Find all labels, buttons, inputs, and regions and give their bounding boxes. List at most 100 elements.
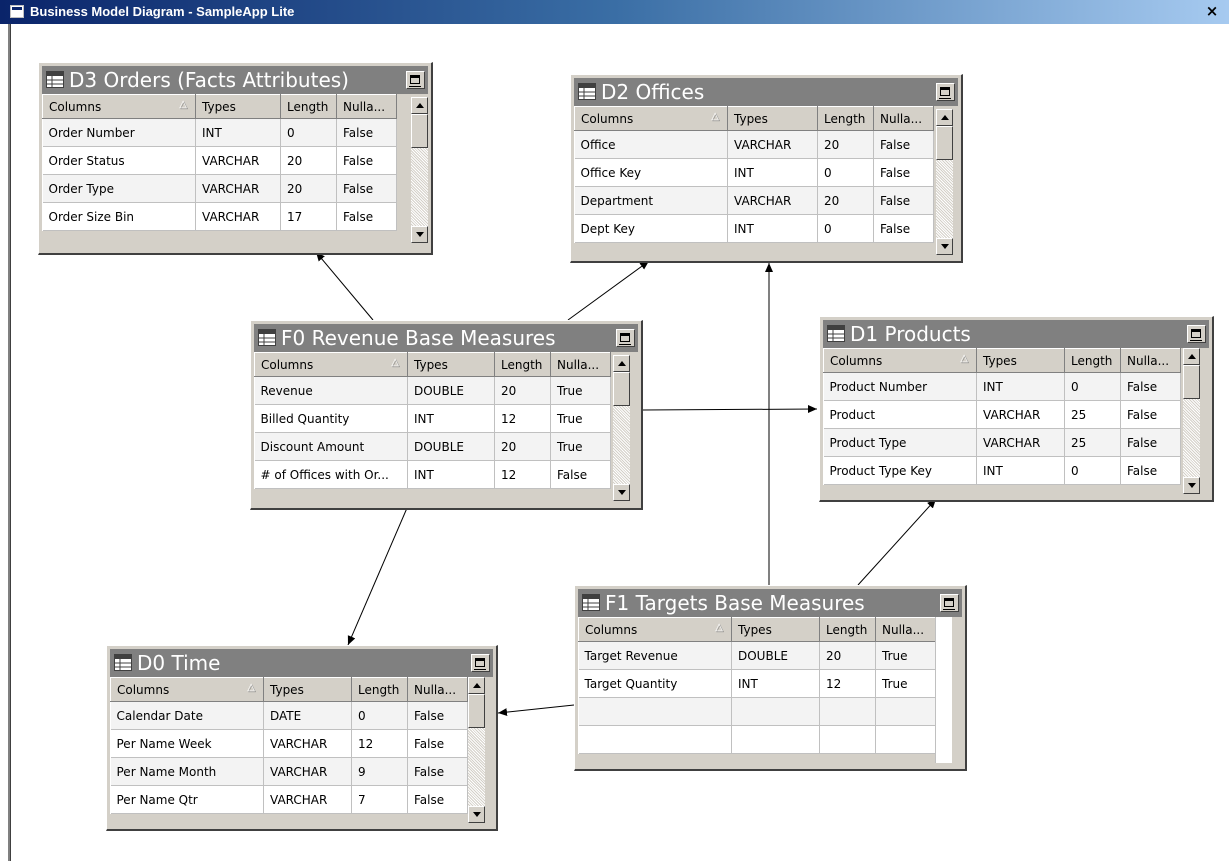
column-header-nullable[interactable]: Nulla... [1120,348,1181,373]
column-header-columns[interactable]: Columns △ [578,617,732,642]
column-header-nullable[interactable]: Nulla... [873,106,934,131]
scroll-thumb[interactable] [1183,365,1200,399]
vertical-scrollbar[interactable] [411,97,428,243]
vertical-scrollbar[interactable] [613,355,630,501]
table-row[interactable]: Product VARCHAR 25 False [823,400,1181,429]
table-row[interactable]: Department VARCHAR 20 False [574,186,934,215]
table-row[interactable]: Order Type VARCHAR 20 False [42,174,397,203]
table-row[interactable]: Billed Quantity INT 12 True [254,404,611,433]
table-row[interactable]: Office VARCHAR 20 False [574,130,934,159]
table-row[interactable]: Target Quantity INT 12 True [578,669,936,698]
scroll-down-icon[interactable] [1183,477,1200,494]
column-header-columns[interactable]: Columns △ [823,348,977,373]
scroll-thumb[interactable] [613,372,630,406]
table-row[interactable]: Per Name Month VARCHAR 9 False [110,757,468,786]
table-d2-offices[interactable]: D2 Offices Columns △ Types Length Nulla..… [570,74,963,263]
link-f0-d1[interactable] [642,405,818,414]
table-row[interactable]: Per Name Week VARCHAR 12 False [110,729,468,758]
table-row[interactable]: Revenue DOUBLE 20 True [254,376,611,405]
scroll-thumb[interactable] [411,114,428,148]
table-row[interactable]: Dept Key INT 0 False [574,214,934,243]
cell-nullable: False [1120,428,1181,457]
table-row[interactable]: Calendar Date DATE 0 False [110,701,468,730]
table-titlebar[interactable]: D3 Orders (Facts Attributes) [42,66,428,94]
table-titlebar[interactable]: F0 Revenue Base Measures [254,324,638,352]
table-titlebar[interactable]: D1 Products [823,320,1209,348]
column-header-length[interactable]: Length [1064,348,1121,373]
column-header-length[interactable]: Length [817,106,874,131]
table-f0-revenue-base-measures[interactable]: F0 Revenue Base Measures Columns △ Types … [250,320,643,510]
table-d1-products[interactable]: D1 Products Columns △ Types Length Nulla.… [819,316,1214,502]
scroll-up-icon[interactable] [468,677,485,694]
scroll-thumb[interactable] [936,126,953,160]
scroll-up-icon[interactable] [936,109,953,126]
column-header-types[interactable]: Types [976,348,1065,373]
column-header-types[interactable]: Types [195,94,281,119]
maximize-icon[interactable] [406,71,425,89]
maximize-icon[interactable] [1187,325,1206,343]
cell-length: 20 [280,174,337,203]
column-header-length[interactable]: Length [494,352,551,377]
table-row[interactable] [578,725,936,754]
vertical-scrollbar[interactable] [468,677,485,823]
table-d0-time[interactable]: D0 Time Columns △ Types Length Nulla... C… [106,645,498,831]
table-row[interactable]: Product Type Key INT 0 False [823,456,1181,485]
table-row[interactable]: Target Revenue DOUBLE 20 True [578,641,936,670]
table-titlebar[interactable]: F1 Targets Base Measures [578,589,962,617]
table-row[interactable]: Order Size Bin VARCHAR 17 False [42,202,397,231]
table-row[interactable]: Office Key INT 0 False [574,158,934,187]
column-header-columns[interactable]: Columns △ [110,677,264,702]
link-f0-d2[interactable] [567,260,650,321]
table-titlebar[interactable]: D0 Time [110,649,493,677]
cell-type: INT [976,372,1065,401]
scroll-up-icon[interactable] [1183,348,1200,365]
table-name: D1 Products [850,322,971,346]
vertical-scrollbar[interactable] [936,109,953,255]
scroll-down-icon[interactable] [613,484,630,501]
cell-type: VARCHAR [195,146,281,175]
maximize-icon[interactable] [940,594,959,612]
table-row[interactable]: # of Offices with Or... INT 12 False [254,460,611,489]
scroll-down-icon[interactable] [411,226,428,243]
maximize-icon[interactable] [616,329,635,347]
table-row[interactable]: Discount Amount DOUBLE 20 True [254,432,611,461]
cell-length: 20 [817,130,874,159]
vertical-scrollbar[interactable] [1183,348,1200,494]
column-header-columns[interactable]: Columns △ [254,352,408,377]
table-titlebar[interactable]: D2 Offices [574,78,958,106]
table-row[interactable]: Per Name Qtr VARCHAR 7 False [110,785,468,814]
column-header-nullable[interactable]: Nulla... [407,677,468,702]
column-header-types[interactable]: Types [263,677,352,702]
table-row[interactable]: Product Number INT 0 False [823,372,1181,401]
column-header-columns[interactable]: Columns △ [42,94,196,119]
link-f0-d0[interactable] [347,507,408,646]
maximize-icon[interactable] [471,654,490,672]
column-header-nullable[interactable]: Nulla... [550,352,611,377]
table-f1-targets-base-measures[interactable]: F1 Targets Base Measures Columns △ Types … [574,585,967,771]
scroll-up-icon[interactable] [411,97,428,114]
link-f1-d1[interactable] [857,498,937,586]
column-header-nullable[interactable]: Nulla... [875,617,936,642]
column-header-types[interactable]: Types [727,106,818,131]
table-row[interactable]: Product Type VARCHAR 25 False [823,428,1181,457]
cell-length: 17 [280,202,337,231]
column-header-length[interactable]: Length [280,94,337,119]
scroll-down-icon[interactable] [468,806,485,823]
table-row[interactable]: Order Number INT 0 False [42,118,397,147]
maximize-icon[interactable] [936,83,955,101]
scroll-thumb[interactable] [468,694,485,728]
table-row[interactable] [578,697,936,726]
table-row[interactable]: Order Status VARCHAR 20 False [42,146,397,175]
column-header-nullable[interactable]: Nulla... [336,94,397,119]
column-header-length[interactable]: Length [351,677,408,702]
column-header-columns[interactable]: Columns △ [574,106,728,131]
link-f1-d0[interactable] [497,704,575,717]
column-header-types[interactable]: Types [731,617,820,642]
link-f0-d3[interactable] [315,251,374,321]
table-d3-orders[interactable]: D3 Orders (Facts Attributes) Columns △ Ty… [38,62,433,255]
column-header-types[interactable]: Types [407,352,495,377]
cell-nullable: False [336,202,397,231]
scroll-down-icon[interactable] [936,238,953,255]
column-header-length[interactable]: Length [819,617,876,642]
scroll-up-icon[interactable] [613,355,630,372]
